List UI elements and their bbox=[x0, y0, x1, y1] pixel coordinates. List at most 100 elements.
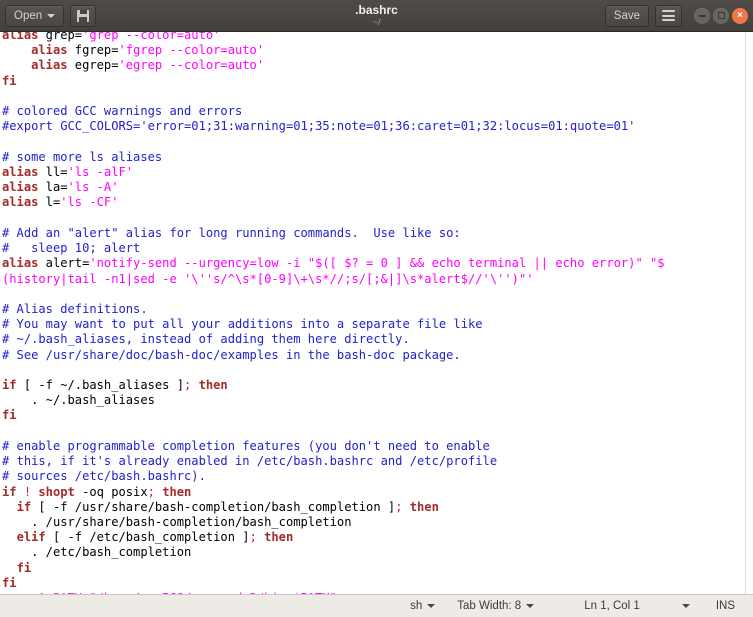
code-line: # Alias definitions. bbox=[2, 302, 665, 317]
code-token: shopt bbox=[38, 484, 75, 499]
code-token: alias bbox=[31, 58, 68, 73]
minimize-button[interactable] bbox=[694, 7, 710, 24]
code-token: ll= bbox=[38, 164, 68, 179]
code-line: . /etc/bash_completion bbox=[2, 545, 665, 560]
code-token: [ -f /usr/share/bash-completion/bash_com… bbox=[31, 499, 396, 514]
code-token: (history|tail -n1|sed -e '\''s/^\s*[0-9]… bbox=[2, 271, 534, 286]
code-line: # some more ls aliases bbox=[2, 150, 665, 165]
source-code[interactable]: alias grep='grep --color=auto' alias fgr… bbox=[0, 32, 665, 594]
hamburger-menu-icon bbox=[662, 10, 675, 21]
window-controls: × bbox=[694, 7, 748, 24]
code-token: ; bbox=[249, 530, 257, 545]
main-menu-button[interactable] bbox=[655, 4, 682, 27]
tab-width-selector[interactable]: Tab Width: 8 bbox=[453, 600, 538, 612]
close-icon: × bbox=[737, 9, 743, 21]
language-selector[interactable]: sh bbox=[406, 600, 439, 612]
code-token: then bbox=[198, 378, 228, 393]
code-token: alias bbox=[2, 195, 39, 210]
code-line: alias alert='notify-send --urgency=low -… bbox=[2, 256, 665, 271]
code-token: alias bbox=[2, 32, 39, 42]
code-token: then bbox=[162, 484, 192, 499]
code-token: [ -f ~/.bash_aliases ] bbox=[16, 378, 185, 393]
code-token: elif bbox=[16, 530, 46, 545]
code-token: [ -f /etc/bash_completion ] bbox=[45, 530, 250, 545]
code-line: alias la='ls -A' bbox=[2, 180, 665, 195]
save-button-label: Save bbox=[613, 9, 640, 22]
code-line: alias grep='grep --color=auto' bbox=[2, 32, 665, 43]
code-line: . /usr/share/bash-completion/bash_comple… bbox=[2, 515, 665, 530]
code-token: -oq posix bbox=[74, 484, 148, 499]
code-line: # sources /etc/bash.bashrc). bbox=[2, 469, 665, 484]
code-token: 'grep --color=auto' bbox=[82, 32, 221, 42]
code-line: (history|tail -n1|sed -e '\''s/^\s*[0-9]… bbox=[2, 272, 665, 287]
code-token: # ~/.bash_aliases, instead of adding the… bbox=[2, 332, 410, 347]
code-line: fi bbox=[2, 408, 665, 423]
code-token: 'ls -A' bbox=[67, 180, 119, 195]
code-line: fi bbox=[2, 576, 665, 591]
code-token: then bbox=[409, 499, 439, 514]
code-token: # colored GCC warnings and errors bbox=[2, 104, 243, 119]
code-line: export PATH="/home/zwx568/anaconda3/bin:… bbox=[2, 591, 665, 594]
code-token: fi bbox=[2, 408, 17, 423]
code-token: # You may want to put all your additions… bbox=[2, 317, 483, 332]
code-token: if bbox=[16, 499, 32, 514]
code-line: # Add an "alert" alias for long running … bbox=[2, 226, 665, 241]
code-token: egrep= bbox=[67, 58, 119, 73]
chevron-down-icon bbox=[427, 604, 436, 608]
open-button-label: Open bbox=[14, 9, 43, 22]
code-line: if [ -f /usr/share/bash-completion/bash_… bbox=[2, 500, 665, 515]
insert-mode-indicator[interactable]: INS bbox=[712, 600, 739, 612]
code-token: # sleep 10; alert bbox=[2, 241, 141, 256]
code-token: if bbox=[2, 378, 17, 393]
code-token: # Alias definitions. bbox=[2, 301, 148, 316]
vertical-scrollbar[interactable] bbox=[745, 32, 746, 594]
cursor-position-text: Ln 1, Col 1 bbox=[584, 600, 640, 612]
code-token: if bbox=[2, 484, 17, 499]
code-token: fi bbox=[2, 73, 17, 88]
window-titlebar: Open .bashrc ~/ Save × bbox=[0, 0, 753, 32]
code-token: la= bbox=[38, 180, 68, 195]
save-as-button[interactable] bbox=[70, 4, 97, 27]
position-dropdown[interactable] bbox=[678, 604, 694, 608]
code-token: 'ls -CF' bbox=[60, 195, 119, 210]
open-button[interactable]: Open bbox=[5, 4, 65, 27]
maximize-icon bbox=[717, 12, 725, 19]
code-line: # ~/.bash_aliases, instead of adding the… bbox=[2, 332, 665, 347]
code-line: fi bbox=[2, 561, 665, 576]
code-token: 'fgrep --color=auto' bbox=[118, 43, 265, 58]
code-token: #export GCC_COLORS='error=01;31:warning=… bbox=[2, 119, 636, 134]
code-line: fi bbox=[2, 74, 665, 89]
chevron-down-icon bbox=[526, 604, 535, 608]
code-token: then bbox=[264, 530, 294, 545]
code-token: PATH= bbox=[53, 591, 89, 594]
code-token: # See /usr/share/doc/bash-doc/examples i… bbox=[2, 347, 461, 362]
code-line: alias fgrep='fgrep --color=auto' bbox=[2, 43, 665, 58]
code-token: # this, if it's already enabled in /etc/… bbox=[2, 454, 498, 469]
code-token: "/home/zwx568/anaconda3/bin:$PATH" bbox=[89, 591, 337, 594]
tab-width-label: Tab Width: 8 bbox=[457, 600, 522, 612]
code-line: #export GCC_COLORS='error=01;31:warning=… bbox=[2, 119, 665, 134]
code-line: # enable programmable completion feature… bbox=[2, 439, 665, 454]
titlebar-right-controls: Save × bbox=[604, 4, 748, 27]
language-label: sh bbox=[410, 600, 423, 612]
maximize-button[interactable] bbox=[713, 7, 729, 24]
code-line: alias egrep='egrep --color=auto' bbox=[2, 58, 665, 73]
code-token: l= bbox=[38, 195, 61, 210]
code-token: # Add an "alert" alias for long running … bbox=[2, 225, 461, 240]
text-editor-area[interactable]: alias grep='grep --color=auto' alias fgr… bbox=[0, 32, 753, 594]
floppy-disk-icon bbox=[77, 9, 90, 22]
chevron-down-icon bbox=[47, 13, 56, 18]
close-button[interactable]: × bbox=[732, 7, 748, 24]
code-line: . ~/.bash_aliases bbox=[2, 393, 665, 408]
titlebar-left-controls: Open bbox=[5, 4, 97, 27]
status-bar: sh Tab Width: 8 Ln 1, Col 1 INS bbox=[0, 594, 753, 617]
save-button[interactable]: Save bbox=[604, 4, 649, 27]
code-token: alert= bbox=[38, 256, 90, 271]
code-token: ; bbox=[147, 484, 155, 499]
